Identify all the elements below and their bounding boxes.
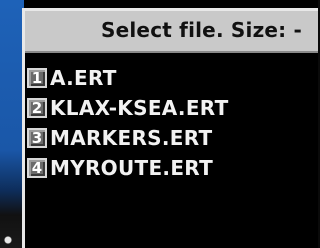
number-key-icon: 4 bbox=[27, 158, 47, 178]
screen: Select file. Size: - 1 A.ERT 2 KLAX-KSEA… bbox=[0, 0, 318, 248]
dialog-title: Select file. Size: - bbox=[101, 18, 303, 42]
file-name: KLAX-KSEA.ERT bbox=[50, 96, 229, 120]
number-key-icon: 1 bbox=[27, 68, 47, 88]
file-item-a-ert[interactable]: 1 A.ERT bbox=[27, 63, 229, 93]
file-list: 1 A.ERT 2 KLAX-KSEA.ERT 3 MARKERS.ERT 4 … bbox=[27, 63, 229, 183]
file-item-myroute-ert[interactable]: 4 MYROUTE.ERT bbox=[27, 153, 229, 183]
file-name: A.ERT bbox=[50, 66, 117, 90]
file-item-markers-ert[interactable]: 3 MARKERS.ERT bbox=[27, 123, 229, 153]
file-name: MARKERS.ERT bbox=[50, 126, 213, 150]
file-select-dialog: Select file. Size: - 1 A.ERT 2 KLAX-KSEA… bbox=[22, 8, 318, 248]
number-key-icon: 3 bbox=[27, 128, 47, 148]
dialog-titlebar: Select file. Size: - bbox=[25, 11, 318, 53]
desktop-background bbox=[0, 0, 24, 248]
file-item-klax-ksea-ert[interactable]: 2 KLAX-KSEA.ERT bbox=[27, 93, 229, 123]
number-key-icon: 2 bbox=[27, 98, 47, 118]
file-name: MYROUTE.ERT bbox=[50, 156, 214, 180]
